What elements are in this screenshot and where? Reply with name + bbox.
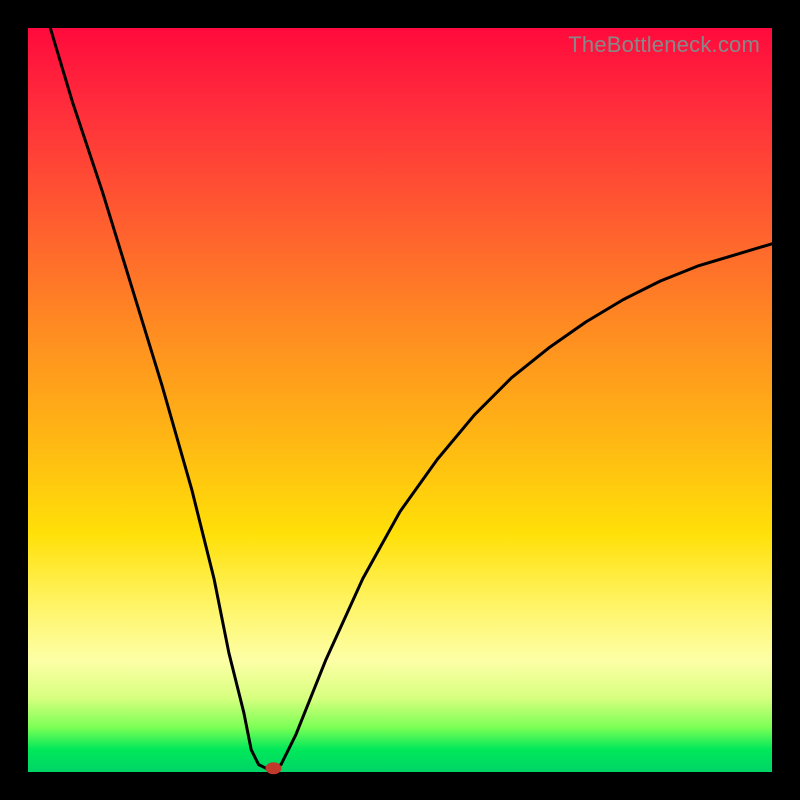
chart-plot-area: TheBottleneck.com — [28, 28, 772, 772]
chart-frame: TheBottleneck.com — [0, 0, 800, 800]
curve-path — [50, 28, 772, 768]
bottleneck-curve — [28, 28, 772, 772]
minimum-marker — [266, 762, 282, 774]
